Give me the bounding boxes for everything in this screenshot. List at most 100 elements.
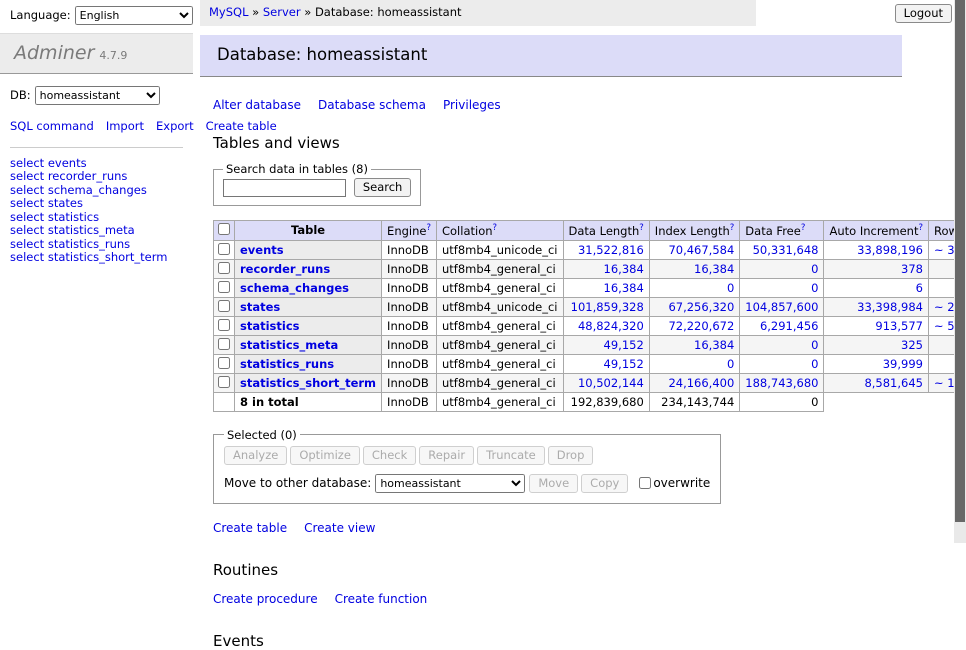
row-checkbox[interactable] <box>218 262 230 274</box>
auto-increment-cell-link[interactable]: 6 <box>916 281 923 295</box>
auto-increment-cell-link[interactable]: 39,999 <box>883 357 923 371</box>
data-free-cell-link[interactable]: 0 <box>811 281 818 295</box>
truncate-button[interactable]: Truncate <box>477 446 545 465</box>
data-length-cell-link[interactable]: 49,152 <box>604 357 644 371</box>
sidebar-link-export[interactable]: Export <box>156 119 194 133</box>
auto-increment-cell-link[interactable]: 33,398,984 <box>857 300 923 314</box>
table-name-link[interactable]: events <box>240 243 284 257</box>
auto-increment-cell-link[interactable]: 33,898,196 <box>857 243 923 257</box>
sidebar-item-schema-changes[interactable]: select schema_changes <box>10 183 147 197</box>
row-checkbox[interactable] <box>218 357 230 369</box>
table-name-link[interactable]: states <box>240 300 280 314</box>
row-checkbox-cell <box>214 278 235 297</box>
sidebar-item-statistics-short-term[interactable]: select statistics_short_term <box>10 250 167 264</box>
copy-button[interactable]: Copy <box>581 474 628 493</box>
vertical-scrollbar[interactable] <box>954 0 966 543</box>
action-link-alter-database[interactable]: Alter database <box>213 98 301 112</box>
data-free-cell-link[interactable]: 50,331,648 <box>753 243 819 257</box>
check-button[interactable]: Check <box>363 446 416 465</box>
row-checkbox-cell <box>214 354 235 373</box>
language-select[interactable]: English <box>75 6 193 25</box>
index-length-cell-link[interactable]: 0 <box>727 281 734 295</box>
breadcrumb-item[interactable]: Server <box>263 5 301 19</box>
data-length-cell-link[interactable]: 48,824,320 <box>578 319 644 333</box>
index-length-cell-link[interactable]: 24,166,400 <box>668 376 734 390</box>
sidebar-item-statistics-runs[interactable]: select statistics_runs <box>10 237 130 251</box>
data-length-cell-link[interactable]: 10,502,144 <box>578 376 644 390</box>
logout-button[interactable]: Logout <box>895 4 952 23</box>
sidebar-item-events[interactable]: select events <box>10 156 87 170</box>
routine-link-create-function[interactable]: Create function <box>335 592 428 606</box>
data-length-cell-link[interactable]: 16,384 <box>604 262 644 276</box>
row-checkbox[interactable] <box>218 319 230 331</box>
table-name-link[interactable]: statistics_runs <box>240 357 334 371</box>
index-length-cell-link[interactable]: 70,467,584 <box>668 243 734 257</box>
row-checkbox[interactable] <box>218 376 230 388</box>
help-link[interactable]: ? <box>493 223 498 233</box>
analyze-button[interactable]: Analyze <box>224 446 287 465</box>
data-length-cell-link[interactable]: 101,859,328 <box>571 300 644 314</box>
create-link-create-view[interactable]: Create view <box>304 521 375 535</box>
help-link[interactable]: ? <box>639 223 644 233</box>
table-name-link[interactable]: statistics <box>240 319 300 333</box>
row-checkbox[interactable] <box>218 243 230 255</box>
select-all-checkbox[interactable] <box>218 223 230 235</box>
app-logo[interactable]: Adminer <box>14 42 94 64</box>
create-link-create-table[interactable]: Create table <box>213 521 287 535</box>
data-free-cell-link[interactable]: 188,743,680 <box>745 376 818 390</box>
action-link-privileges[interactable]: Privileges <box>443 98 501 112</box>
routine-link-create-procedure[interactable]: Create procedure <box>213 592 318 606</box>
db-select[interactable]: homeassistant <box>35 86 160 105</box>
auto-increment-cell-link[interactable]: 913,577 <box>875 319 923 333</box>
search-button[interactable]: Search <box>354 178 412 197</box>
search-input[interactable] <box>223 179 346 197</box>
column-header-table: Table <box>235 221 382 241</box>
table-name-link[interactable]: recorder_runs <box>240 262 330 276</box>
help-link[interactable]: ? <box>918 223 923 233</box>
sidebar-link-sql-command[interactable]: SQL command <box>10 119 94 133</box>
index-length-cell-link[interactable]: 67,256,320 <box>668 300 734 314</box>
data-free-cell-link[interactable]: 104,857,600 <box>745 300 818 314</box>
repair-button[interactable]: Repair <box>419 446 474 465</box>
index-length-cell: 16,384 <box>649 259 740 278</box>
action-link-database-schema[interactable]: Database schema <box>318 98 426 112</box>
auto-increment-cell-link[interactable]: 8,581,645 <box>864 376 923 390</box>
help-link[interactable]: ? <box>426 223 431 233</box>
table-name-link[interactable]: schema_changes <box>240 281 349 295</box>
data-free-cell-link[interactable]: 6,291,456 <box>760 319 819 333</box>
move-button[interactable]: Move <box>529 474 578 493</box>
breadcrumb-item[interactable]: MySQL <box>209 5 249 19</box>
sidebar-item-statistics[interactable]: select statistics <box>10 210 99 224</box>
data-length-cell-link[interactable]: 16,384 <box>604 281 644 295</box>
engine-cell: InnoDB <box>382 278 437 297</box>
data-free-cell-link[interactable]: 0 <box>811 338 818 352</box>
scrollbar-thumb[interactable] <box>955 0 965 522</box>
index-length-cell-link[interactable]: 72,220,672 <box>668 319 734 333</box>
table-name-link[interactable]: statistics_short_term <box>240 376 376 390</box>
overwrite-checkbox[interactable] <box>639 477 651 489</box>
help-link[interactable]: ? <box>730 223 735 233</box>
table-name-link[interactable]: statistics_meta <box>240 338 338 352</box>
move-db-select[interactable]: homeassistant <box>375 474 525 493</box>
index-length-cell-link[interactable]: 0 <box>727 357 734 371</box>
index-length-cell-link[interactable]: 16,384 <box>694 338 734 352</box>
sidebar-item-statistics-meta[interactable]: select statistics_meta <box>10 223 135 237</box>
engine-cell: InnoDB <box>382 316 437 335</box>
drop-button[interactable]: Drop <box>548 446 594 465</box>
auto-increment-cell-link[interactable]: 325 <box>901 338 923 352</box>
row-checkbox[interactable] <box>218 300 230 312</box>
sidebar-link-import[interactable]: Import <box>106 119 144 133</box>
data-length-cell-link[interactable]: 31,522,816 <box>578 243 644 257</box>
data-free-cell-link[interactable]: 0 <box>811 357 818 371</box>
sidebar-item-recorder-runs[interactable]: select recorder_runs <box>10 169 127 183</box>
row-checkbox[interactable] <box>218 281 230 293</box>
data-free-cell-link[interactable]: 0 <box>811 262 818 276</box>
sidebar-item-states[interactable]: select states <box>10 196 83 210</box>
index-length-cell-link[interactable]: 16,384 <box>694 262 734 276</box>
optimize-button[interactable]: Optimize <box>290 446 360 465</box>
data-length-cell-link[interactable]: 49,152 <box>604 338 644 352</box>
data-length-cell: 10,502,144 <box>563 373 649 392</box>
row-checkbox[interactable] <box>218 338 230 350</box>
help-link[interactable]: ? <box>801 223 806 233</box>
auto-increment-cell-link[interactable]: 378 <box>901 262 923 276</box>
